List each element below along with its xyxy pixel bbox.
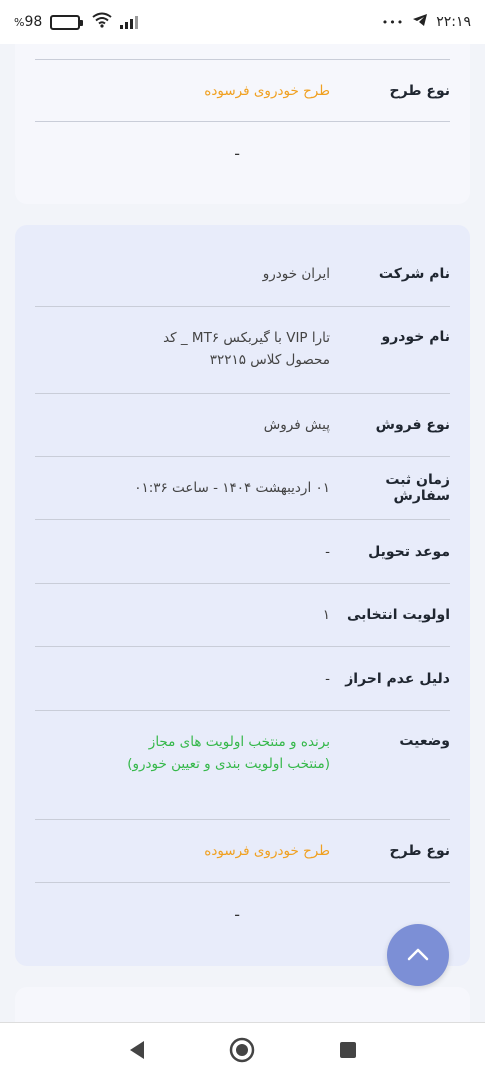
card-row: نوع طرح طرح خودروی فرسوده: [35, 820, 450, 883]
home-circle-icon: [229, 1037, 255, 1067]
home-button[interactable]: [227, 1037, 257, 1067]
row-value: طرح خودروی فرسوده: [204, 843, 330, 859]
status-value: برنده و منتخب اولویت های مجاز (منتخب اول…: [127, 734, 330, 772]
card-row: نام شرکت ایران خودرو: [35, 225, 450, 307]
row-value: -: [234, 143, 240, 163]
battery-percent: 98: [24, 14, 43, 30]
row-value: طرح خودروی فرسوده: [204, 82, 330, 99]
battery-percent-sign: %: [14, 15, 25, 29]
row-label: نام خودرو: [381, 329, 450, 345]
scroll-to-top-button[interactable]: [387, 924, 449, 986]
row-label: زمان ثبت سفارش: [385, 472, 450, 504]
row-label: موعد تحویل: [368, 543, 450, 560]
row-label: نوع طرح: [389, 82, 450, 99]
row-value: -: [325, 543, 330, 560]
card-row: نوع فروش پیش فروش: [35, 394, 450, 457]
card-row: نام خودرو تارا VIP با گیربکس MT۶ _ کد مح…: [35, 307, 450, 394]
card-row: موعد تحویل -: [35, 520, 450, 584]
telegram-icon: [412, 13, 428, 31]
row-label: نام شرکت: [378, 265, 450, 282]
order-card-previous: نوع طرح طرح خودروی فرسوده -: [15, 44, 470, 204]
system-nav-bar: [0, 1022, 485, 1080]
card-row: دلیل عدم احراز -: [35, 647, 450, 711]
clock: ۲۲:۱۹: [436, 14, 471, 30]
order-card: نام شرکت ایران خودرو نام خودرو تارا VIP …: [15, 225, 470, 966]
scroll-area[interactable]: نوع طرح طرح خودروی فرسوده - نام شرکت ایر…: [0, 44, 485, 1022]
status-left: % 98: [14, 12, 139, 32]
row-label: نوع طرح: [389, 843, 450, 859]
order-card-next: [15, 987, 470, 1022]
row-label: دلیل عدم احراز: [345, 670, 450, 687]
row-label: وضعیت: [399, 733, 450, 749]
more-dots: •••: [381, 15, 405, 29]
card-row: -: [35, 122, 450, 184]
chevron-up-icon: [407, 946, 429, 965]
recents-button[interactable]: [333, 1037, 363, 1067]
row-value: ایران خودرو: [262, 265, 330, 282]
row-value: -: [234, 904, 240, 924]
wifi-icon: [92, 12, 112, 32]
card-row: وضعیت برنده و منتخب اولویت های مجاز (منت…: [35, 711, 450, 820]
row-value: پیش فروش: [263, 417, 330, 433]
card-row: [35, 44, 450, 60]
recents-square-icon: [339, 1041, 357, 1063]
card-row: -: [35, 883, 450, 945]
row-label: اولویت انتخابی: [346, 607, 450, 623]
status-bar: % 98 ••• ۲۲:۱۹: [0, 0, 485, 44]
row-value: -: [325, 670, 330, 687]
card-row: اولویت انتخابی ۱: [35, 584, 450, 647]
back-button[interactable]: [122, 1037, 152, 1067]
row-value: ۱: [322, 607, 330, 623]
card-row: زمان ثبت سفارش ۰۱ اردیبهشت ۱۴۰۴ - ساعت ۰…: [35, 457, 450, 520]
status-right: ••• ۲۲:۱۹: [382, 13, 471, 31]
signal-icon: [120, 15, 139, 29]
battery-icon: [50, 14, 84, 30]
row-value: ۰۱ اردیبهشت ۱۴۰۴ - ساعت ۰۱:۳۶: [134, 480, 330, 496]
back-triangle-icon: [128, 1040, 146, 1064]
row-value: تارا VIP با گیربکس MT۶ _ کد محصول کلاس ۳…: [163, 330, 330, 368]
row-label: نوع فروش: [375, 417, 450, 433]
card-row: نوع طرح طرح خودروی فرسوده: [35, 60, 450, 122]
